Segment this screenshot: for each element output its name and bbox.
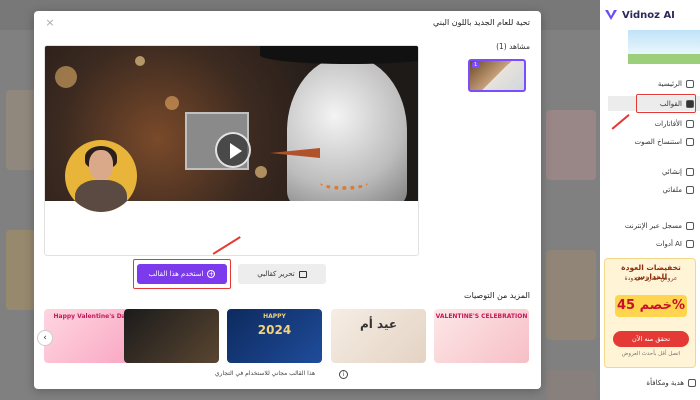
card-title: عيد أم	[359, 317, 398, 331]
template-card[interactable]	[124, 309, 219, 363]
sidebar-item-label: ملفاتي	[662, 185, 682, 194]
scenes-label: مشاهد (1)	[496, 42, 530, 51]
close-icon[interactable]: ×	[44, 17, 56, 29]
play-icon	[686, 167, 694, 176]
avatar-icon	[686, 119, 694, 128]
promo-discount: خصم 45%	[615, 295, 687, 317]
button-annotation-box	[133, 259, 231, 289]
scene-number: 1	[472, 62, 480, 68]
sidebar-item-label: هدية ومكافأة	[646, 379, 684, 387]
brand-name: Vidnoz AI	[622, 9, 675, 21]
sidebar-item-my-creations[interactable]: إنشائي	[608, 164, 700, 179]
carousel-prev-button[interactable]: ‹	[37, 330, 53, 346]
sidebar-item-label: الأفاتارات	[654, 119, 682, 128]
promo-subtitle: عروض لفترة محدودة	[624, 275, 678, 282]
sidebar-item-label: الرئيسية	[657, 79, 682, 88]
play-icon[interactable]	[215, 132, 251, 168]
card-caption: VALENTINE'S CELEBRATION	[435, 313, 528, 320]
card-caption: HAPPY	[263, 313, 286, 320]
presenter-avatar	[65, 140, 137, 212]
free-use-note: هذا القالب مجاني للاستخدام في التجاري	[214, 370, 316, 377]
sidebar-item-label: أدوات AI	[655, 239, 682, 248]
sidebar-item-home[interactable]: الرئيسية	[608, 76, 700, 91]
template-copy-icon	[298, 270, 307, 278]
card-year: 2024	[257, 323, 292, 337]
sidebar-item-voice-clone[interactable]: استنساخ الصوت	[608, 134, 700, 149]
template-card[interactable]: عيد أم	[331, 309, 426, 363]
template-card[interactable]: HAPPY 2024	[227, 309, 322, 363]
template-card[interactable]: VALENTINE'S CELEBRATION	[434, 309, 529, 363]
voice-icon	[686, 137, 694, 146]
edit-as-my-template-button[interactable]: تحرير كقالبي	[238, 264, 326, 284]
sidebar-item-rewards[interactable]: هدية ومكافأة	[612, 376, 696, 390]
home-icon	[686, 79, 694, 88]
sidebar-item-my-files[interactable]: ملفاتي	[608, 182, 700, 197]
sidebar-item-label: استنساخ الصوت	[634, 137, 682, 146]
promo-card[interactable]: تخفيضات العودة للمدارس عروض لفترة محدودة…	[604, 258, 696, 368]
snowman-hat	[260, 46, 418, 64]
promo-note: اتصل أقل بأحدث العروض	[621, 351, 681, 357]
edit-template-label: تحرير كقالبي	[257, 270, 295, 278]
folder-icon	[686, 185, 694, 194]
snowman-mouth	[320, 176, 368, 190]
scene-thumbnail[interactable]: 1	[468, 59, 526, 92]
gift-icon	[688, 379, 696, 387]
sidebar-item-recorder[interactable]: مسجل عبر الإنترنت	[608, 218, 700, 233]
sidebar-item-label: مسجل عبر الإنترنت	[624, 221, 682, 230]
video-preview	[44, 45, 419, 256]
info-icon: i	[339, 370, 348, 379]
tools-icon	[686, 239, 694, 248]
recommendations-label: المزيد من التوصيات	[464, 291, 530, 300]
modal-title: تحية للعام الجديد باللون البني	[433, 18, 530, 27]
brand[interactable]: Vidnoz AI	[604, 4, 700, 26]
record-icon	[686, 221, 694, 230]
sidebar-banner-image	[628, 30, 700, 64]
sidebar-item-ai-tools[interactable]: أدوات AI	[608, 236, 700, 251]
sidebar-annotation-box	[636, 94, 696, 113]
promo-button[interactable]: تحقق منه الآن	[613, 331, 689, 347]
sidebar-item-label: إنشائي	[661, 167, 682, 176]
vidnoz-logo-icon	[604, 8, 618, 22]
